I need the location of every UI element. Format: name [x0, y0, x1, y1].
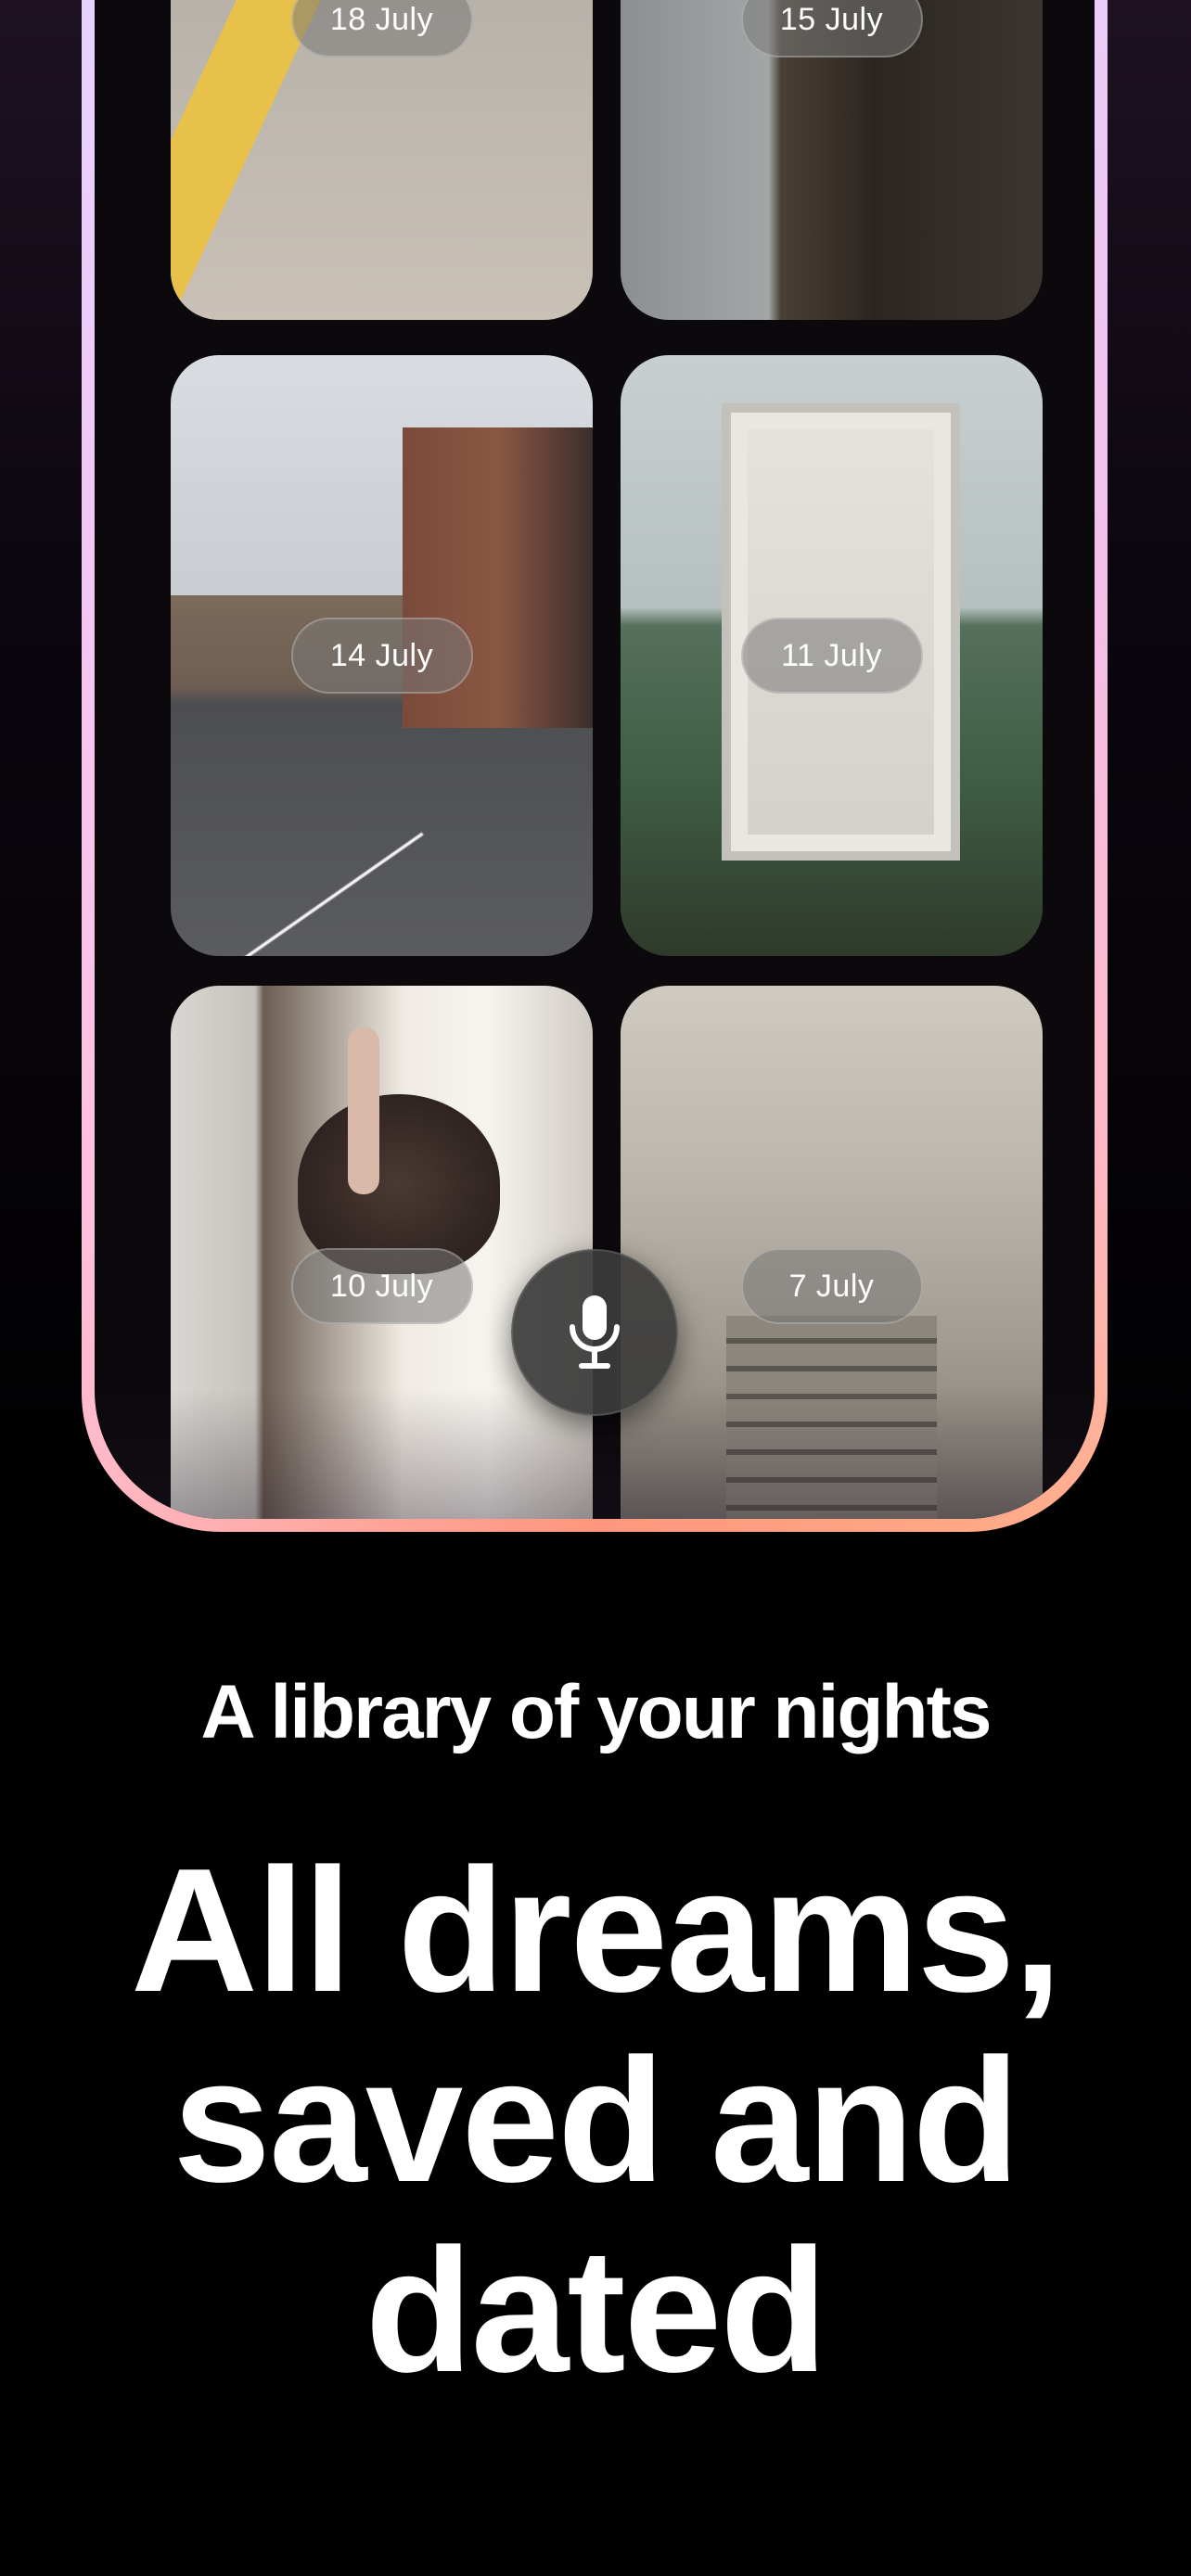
microphone-icon — [570, 1295, 620, 1369]
promo-page: 18 July 15 July 14 July 11 July 10 July — [0, 0, 1191, 2576]
dream-card-7-july[interactable]: 7 July — [621, 986, 1043, 1519]
date-pill: 15 July — [740, 0, 923, 57]
headline-line-2: saved and — [173, 2022, 1019, 2219]
dream-card-18-july[interactable]: 18 July — [171, 0, 593, 320]
headline-line-3: dated — [365, 2213, 828, 2409]
date-pill: 7 July — [740, 1248, 923, 1324]
date-pill: 11 July — [740, 618, 923, 694]
headline-line-1: All dreams, — [130, 1832, 1062, 2029]
dream-card-14-july[interactable]: 14 July — [171, 355, 593, 956]
headline: All dreams, saved and dated — [0, 1836, 1191, 2406]
date-pill: 10 July — [290, 1248, 473, 1324]
record-dream-button[interactable] — [511, 1249, 678, 1416]
dream-card-11-july[interactable]: 11 July — [621, 355, 1043, 956]
date-pill: 14 July — [290, 618, 473, 694]
date-pill: 18 July — [290, 0, 473, 57]
subtitle: A library of your nights — [200, 1670, 992, 1754]
dream-card-10-july[interactable]: 10 July — [171, 986, 593, 1519]
dream-card-15-july[interactable]: 15 July — [621, 0, 1043, 320]
